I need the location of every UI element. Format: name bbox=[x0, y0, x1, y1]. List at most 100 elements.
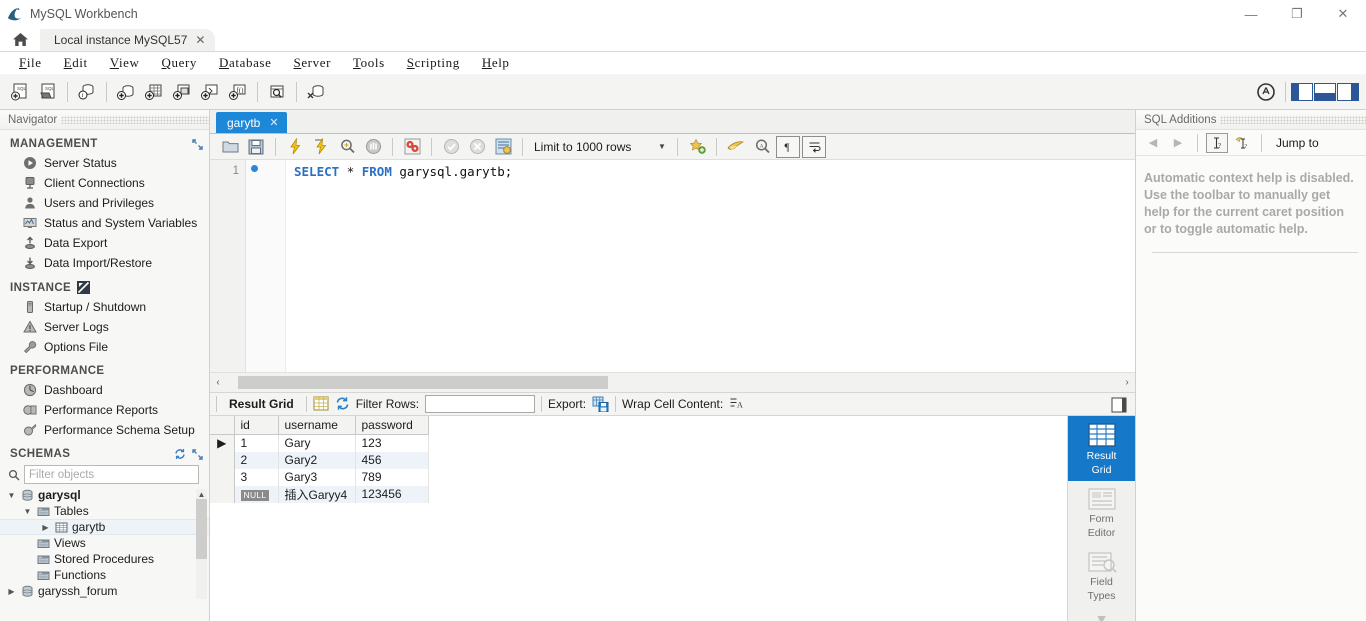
minimize-button[interactable]: — bbox=[1228, 0, 1274, 28]
nav-item-users-and-privileges[interactable]: Users and Privileges bbox=[0, 193, 209, 213]
context-help-icon[interactable]: ? bbox=[1206, 132, 1228, 153]
nav-item-data-export[interactable]: Data Export bbox=[0, 233, 209, 253]
explain-icon[interactable] bbox=[335, 136, 359, 158]
nav-item-dashboard[interactable]: Dashboard bbox=[0, 380, 209, 400]
back-arrow-icon[interactable]: ◀ bbox=[1142, 133, 1164, 153]
scroll-left-icon[interactable]: ‹ bbox=[210, 373, 226, 391]
editor-tab-garytb[interactable]: garytb ✕ bbox=[216, 112, 287, 133]
cell-username[interactable]: Gary2 bbox=[278, 451, 356, 469]
cell-id[interactable]: NULL bbox=[234, 485, 279, 503]
search-data-icon[interactable] bbox=[263, 78, 291, 106]
nav-item-server-logs[interactable]: Server Logs bbox=[0, 317, 209, 337]
open-sql-script-icon[interactable]: SQL bbox=[34, 78, 62, 106]
scroll-up-icon[interactable]: ▲ bbox=[196, 489, 207, 499]
nav-item-performance-reports[interactable]: Performance Reports bbox=[0, 400, 209, 420]
column-header-password[interactable]: password bbox=[355, 415, 429, 435]
result-grid[interactable]: id username password ▶ 1 Gary 123 2 Gary… bbox=[210, 415, 1067, 621]
chevron-right-icon[interactable]: ▶ bbox=[6, 587, 17, 596]
form-editor-tab[interactable]: Form Editor bbox=[1072, 481, 1132, 544]
cell-id[interactable]: 1 bbox=[234, 434, 279, 452]
toggle-invisible-chars-icon[interactable]: ¶ bbox=[776, 135, 800, 158]
beautify-query-icon[interactable] bbox=[724, 136, 748, 158]
row-marker[interactable] bbox=[210, 451, 235, 469]
cell-password[interactable]: 456 bbox=[355, 451, 429, 469]
new-view-icon[interactable] bbox=[168, 78, 196, 106]
close-button[interactable]: ✕ bbox=[1320, 0, 1366, 28]
forward-arrow-icon[interactable]: ▶ bbox=[1167, 133, 1189, 153]
column-header-id[interactable]: id bbox=[234, 415, 279, 435]
table-row[interactable]: 2 Gary2 456 bbox=[210, 451, 429, 469]
row-marker[interactable]: ▶ bbox=[210, 434, 235, 452]
field-types-tab[interactable]: Field Types bbox=[1072, 544, 1132, 607]
nav-item-status-and-system-variables[interactable]: Status and System Variables bbox=[0, 213, 209, 233]
column-header-username[interactable]: username bbox=[278, 415, 356, 435]
tree-item-tables[interactable]: ▼ Tables bbox=[0, 503, 209, 519]
filter-objects-input[interactable] bbox=[24, 465, 199, 484]
menu-file[interactable]: File bbox=[8, 52, 53, 74]
nav-item-startup-shutdown[interactable]: Startup / Shutdown bbox=[0, 297, 209, 317]
new-table-icon[interactable] bbox=[140, 78, 168, 106]
nav-item-server-status[interactable]: Server Status bbox=[0, 153, 209, 173]
scrollbar-thumb[interactable] bbox=[196, 499, 207, 559]
result-grid-tab[interactable]: Result Grid bbox=[1067, 415, 1136, 481]
menu-scripting[interactable]: Scripting bbox=[396, 52, 471, 74]
auto-context-help-icon[interactable]: ? bbox=[1231, 133, 1253, 153]
refresh-result-icon[interactable] bbox=[335, 396, 350, 411]
open-script-icon[interactable] bbox=[218, 136, 242, 158]
sql-code-editor[interactable]: 1 SELECT * FROM garysql.garytb; bbox=[210, 160, 1135, 372]
cell-password[interactable]: 123 bbox=[355, 434, 429, 452]
table-row[interactable]: ▶ 1 Gary 123 bbox=[210, 434, 429, 452]
toggle-panel-icon[interactable] bbox=[1111, 397, 1127, 413]
menu-server[interactable]: Server bbox=[282, 52, 342, 74]
reconnect-server-icon[interactable] bbox=[302, 78, 330, 106]
nav-item-data-import-restore[interactable]: Data Import/Restore bbox=[0, 253, 209, 273]
wrap-cell-icon[interactable]: A bbox=[729, 397, 744, 411]
nav-item-client-connections[interactable]: Client Connections bbox=[0, 173, 209, 193]
table-row[interactable]: NULL 插入Garyy4 123456 bbox=[210, 485, 429, 503]
nav-item-performance-schema-setup[interactable]: Performance Schema Setup bbox=[0, 420, 209, 440]
execute-icon[interactable] bbox=[283, 136, 307, 158]
row-marker[interactable] bbox=[210, 468, 235, 486]
nav-item-options-file[interactable]: Options File bbox=[0, 337, 209, 357]
toggle-secondary-sidebar-icon[interactable] bbox=[1337, 83, 1359, 101]
cell-username[interactable]: Gary3 bbox=[278, 468, 356, 486]
tree-item-garyssh-forum[interactable]: ▶ garyssh_forum bbox=[0, 583, 209, 599]
new-schema-icon[interactable] bbox=[112, 78, 140, 106]
scroll-right-icon[interactable]: › bbox=[1119, 373, 1135, 391]
toggle-output-icon[interactable] bbox=[1314, 83, 1336, 101]
tree-item-functions[interactable]: Functions bbox=[0, 567, 209, 583]
menu-edit[interactable]: Edit bbox=[53, 52, 99, 74]
jump-to-button[interactable]: Jump to bbox=[1276, 136, 1319, 150]
row-marker[interactable] bbox=[210, 485, 235, 503]
rollback-icon[interactable] bbox=[465, 136, 489, 158]
toggle-help-icon[interactable] bbox=[1252, 78, 1280, 106]
grid-toggle-icon[interactable] bbox=[313, 396, 329, 411]
scrollbar-thumb[interactable] bbox=[238, 375, 608, 389]
maximize-button[interactable]: ❐ bbox=[1274, 0, 1320, 28]
chevron-down-icon[interactable]: ▼ bbox=[654, 137, 670, 157]
cell-id[interactable]: 2 bbox=[234, 451, 279, 469]
new-procedure-icon[interactable] bbox=[196, 78, 224, 106]
execute-current-statement-icon[interactable] bbox=[309, 136, 333, 158]
close-icon[interactable]: ✕ bbox=[269, 116, 278, 129]
refresh-icon[interactable] bbox=[174, 448, 186, 460]
table-row[interactable]: 3 Gary3 789 bbox=[210, 468, 429, 486]
menu-database[interactable]: Database bbox=[208, 52, 282, 74]
expand-icon[interactable] bbox=[192, 448, 203, 460]
cell-id[interactable]: 3 bbox=[234, 468, 279, 486]
sql-code-text[interactable]: SELECT * FROM garysql.garytb; bbox=[286, 160, 1135, 372]
toggle-stop-on-error-icon[interactable] bbox=[400, 136, 424, 158]
editor-horizontal-scrollbar[interactable]: ‹ › bbox=[210, 371, 1135, 392]
export-icon[interactable] bbox=[592, 396, 609, 412]
tree-item-garysql[interactable]: ▼ garysql bbox=[0, 487, 209, 503]
scrollbar-track[interactable] bbox=[226, 375, 1119, 389]
cell-username[interactable]: 插入Garyy4 bbox=[278, 485, 356, 503]
menu-query[interactable]: Query bbox=[151, 52, 209, 74]
close-icon[interactable]: ✕ bbox=[195, 33, 205, 47]
menu-view[interactable]: View bbox=[99, 52, 151, 74]
cell-password[interactable]: 789 bbox=[355, 468, 429, 486]
save-script-icon[interactable] bbox=[244, 136, 268, 158]
toggle-sidebar-icon[interactable] bbox=[1291, 83, 1313, 101]
home-icon[interactable] bbox=[0, 27, 40, 51]
cell-password[interactable]: 123456 bbox=[355, 485, 429, 503]
